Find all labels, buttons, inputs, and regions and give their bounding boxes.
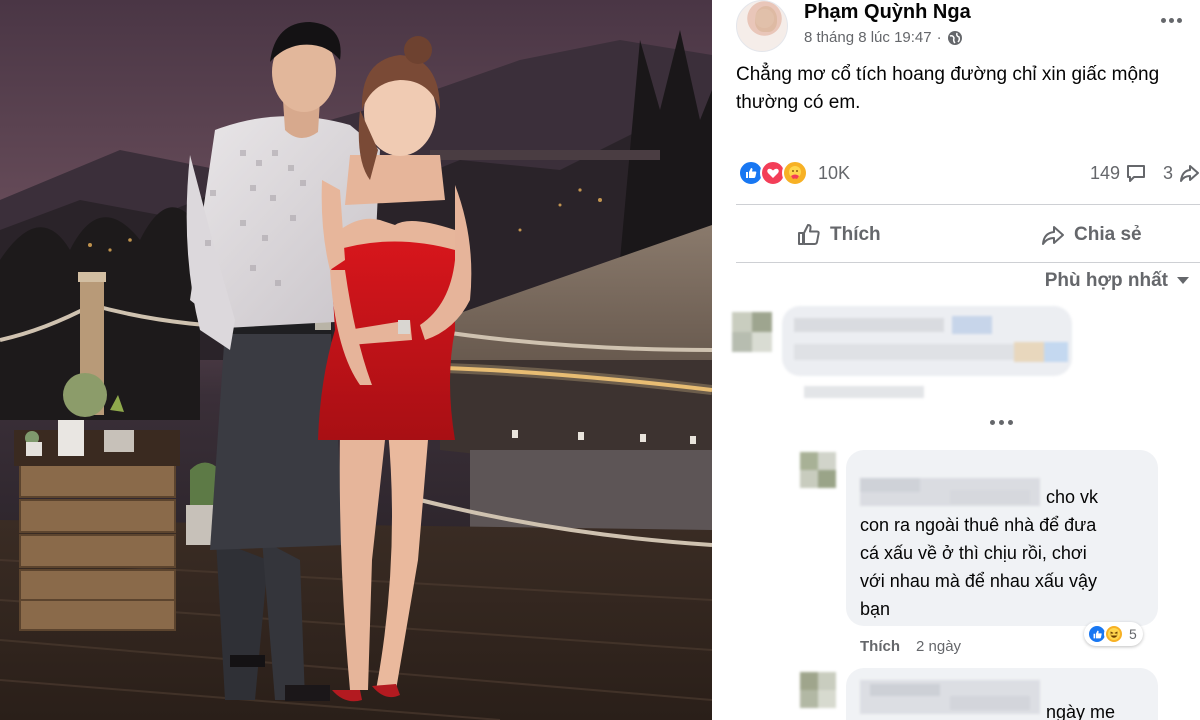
comment-text-line: con ra ngoài thuê nhà để đưa (860, 515, 1097, 535)
comment-sort-dropdown[interactable]: Phù hợp nhất (1045, 270, 1190, 292)
comment-avatar-blurred[interactable] (800, 672, 836, 708)
comment-reactions-count: 5 (1129, 626, 1137, 642)
couple-photo-illustration (0, 0, 712, 720)
comment-avatar-blurred[interactable] (800, 452, 836, 488)
commenter-name-blurred[interactable] (860, 478, 1040, 506)
comment-text-line: cá xấu về ở thì chịu rồi, chơi (860, 543, 1087, 563)
comment-text-start: cho vk (1046, 487, 1099, 507)
comment-text-line: với nhau mà để nhau xấu vậy (860, 571, 1097, 591)
post-panel: Phạm Quỳnh Nga 8 tháng 8 lúc 19:47 · Chẳ… (712, 0, 1200, 720)
share-icon (1180, 165, 1199, 182)
post-text: Chẳng mơ cổ tích hoang đường chỉ xin giấ… (736, 64, 1160, 113)
comment-text-line: bạn (860, 599, 891, 619)
share-arrow-icon (1042, 226, 1064, 245)
comment-like-button[interactable]: Thích (860, 638, 900, 655)
comment-actions-blurred (804, 386, 924, 398)
comment-text-start: ngày me (1046, 702, 1116, 720)
caret-down-icon (1177, 277, 1189, 284)
divider (736, 262, 1200, 263)
author-name[interactable]: Phạm Quỳnh Nga (804, 1, 971, 24)
comments-count: 149 (1089, 162, 1120, 183)
share-label: Chia sẻ (1074, 224, 1142, 245)
globe-icon (947, 30, 962, 45)
post-meta: 8 tháng 8 lúc 19:47 · (804, 29, 963, 46)
like-label: Thích (830, 224, 881, 245)
sort-label: Phù hợp nhất (1044, 270, 1168, 291)
dot-icon (1176, 17, 1182, 23)
meta-separator: · (936, 29, 942, 46)
post-stats: 149 3 (1090, 162, 1200, 184)
commenter-name-blurred[interactable] (860, 680, 1040, 714)
comments-stat[interactable]: 149 (1090, 162, 1147, 184)
post-photo[interactable] (0, 0, 712, 720)
dot-icon (1168, 17, 1174, 23)
comment-icon (1126, 165, 1145, 182)
comment-bubble-blurred[interactable] (782, 306, 1072, 376)
panel-separator (712, 0, 716, 720)
comment-avatar-blurred[interactable] (732, 312, 772, 352)
dot-icon (990, 420, 995, 425)
comment-actions: Thích 2 ngày (860, 638, 961, 655)
dot-icon (999, 420, 1004, 425)
dot-icon (1160, 17, 1166, 23)
post-date[interactable]: 8 tháng 8 lúc 19:47 (804, 29, 932, 46)
post-reactions[interactable]: 10K (738, 160, 850, 186)
comment-reactions[interactable]: 5 (1084, 622, 1143, 646)
reactions-count[interactable]: 10K (818, 163, 850, 184)
like-button[interactable]: Thích (796, 218, 881, 252)
shares-count: 3 (1162, 162, 1173, 183)
share-button[interactable]: Chia sẻ (1040, 218, 1142, 252)
care-icon (782, 160, 808, 186)
dot-icon (1008, 420, 1013, 425)
more-options-button[interactable] (1156, 10, 1186, 30)
haha-icon (1104, 624, 1124, 644)
divider (736, 204, 1200, 205)
comment-time[interactable]: 2 ngày (916, 638, 961, 655)
shares-stat[interactable]: 3 (1163, 162, 1200, 184)
author-avatar[interactable] (736, 0, 788, 52)
thumbs-up-icon (798, 224, 820, 245)
more-replies-button[interactable] (990, 420, 1013, 425)
